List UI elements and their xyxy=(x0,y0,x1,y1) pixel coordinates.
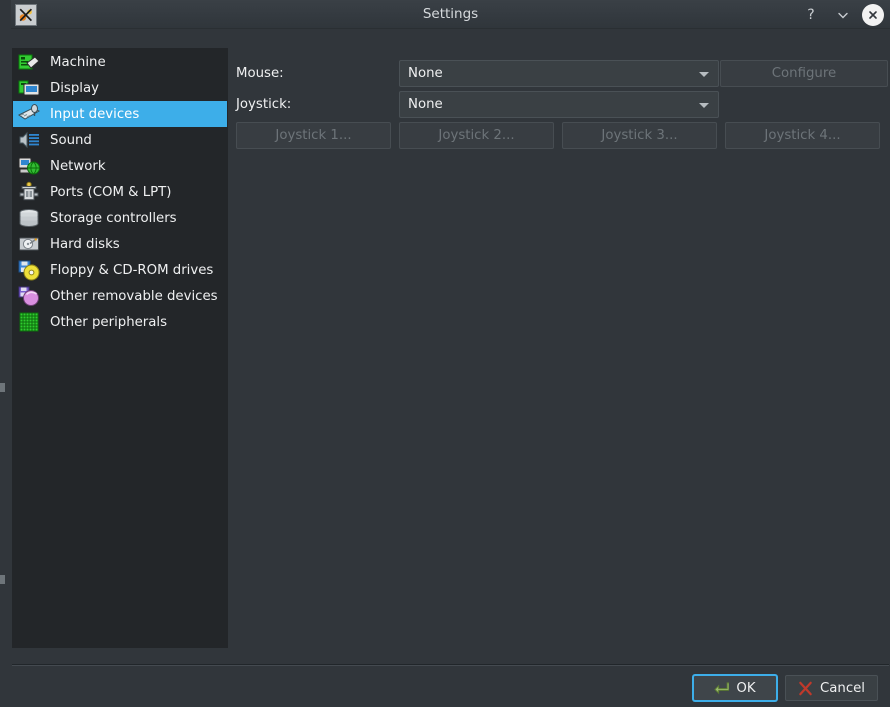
sound-icon xyxy=(18,129,40,151)
mouse-select[interactable]: None xyxy=(399,60,719,87)
sidebar-item-label: Storage controllers xyxy=(50,210,177,226)
sidebar-item-other-removable[interactable]: Other removable devices xyxy=(13,283,227,309)
chevron-down-icon xyxy=(699,71,709,77)
input-devices-icon xyxy=(18,103,40,125)
cancel-x-icon xyxy=(799,681,812,695)
joystick-1-button[interactable]: Joystick 1... xyxy=(236,122,391,149)
network-icon xyxy=(18,155,40,177)
close-icon[interactable] xyxy=(862,3,884,26)
joystick-4-button[interactable]: Joystick 4... xyxy=(725,122,880,149)
sidebar-item-floppy-cdrom[interactable]: Floppy & CD-ROM drives xyxy=(13,257,227,283)
joystick-2-button[interactable]: Joystick 2... xyxy=(399,122,554,149)
sidebar-item-hard-disks[interactable]: Hard disks xyxy=(13,231,227,257)
window-title: Settings xyxy=(422,6,479,22)
chevron-down-icon xyxy=(699,102,709,108)
sidebar-item-ports[interactable]: Ports (COM & LPT) xyxy=(13,179,227,205)
sidebar-item-label: Ports (COM & LPT) xyxy=(50,184,172,200)
sidebar-item-label: Floppy & CD-ROM drives xyxy=(50,262,214,278)
sidebar-item-label: Display xyxy=(50,80,100,96)
sidebar-item-other-peripherals[interactable]: Other peripherals xyxy=(13,309,227,335)
mouse-row: Mouse: None xyxy=(236,60,719,87)
sidebar-item-label: Sound xyxy=(50,132,92,148)
sidebar-item-label: Hard disks xyxy=(50,236,120,252)
dialog-body: Machine Display Input devices Sound Netw… xyxy=(11,29,890,707)
sidebar-item-label: Network xyxy=(50,158,106,174)
sidebar-item-network[interactable]: Network xyxy=(13,153,227,179)
joystick-row: Joystick: None xyxy=(236,91,719,118)
other-peripherals-icon xyxy=(18,311,40,333)
chevron-down-icon[interactable] xyxy=(830,2,856,28)
ok-button[interactable]: OK xyxy=(692,675,777,701)
background-window-mark xyxy=(0,575,5,584)
joystick-select-value: None xyxy=(408,97,443,112)
configure-button[interactable]: Configure xyxy=(720,60,888,87)
enter-arrow-icon xyxy=(714,681,730,694)
window-controls: ? xyxy=(798,0,884,29)
joystick-3-button[interactable]: Joystick 3... xyxy=(562,122,717,149)
sidebar-item-machine[interactable]: Machine xyxy=(13,49,227,75)
cancel-button[interactable]: Cancel xyxy=(784,675,878,701)
mouse-label: Mouse: xyxy=(236,66,284,81)
settings-window: Settings ? Machine Display Input devices… xyxy=(0,0,890,707)
title-bar: Settings ? xyxy=(11,0,890,29)
background-window-mark xyxy=(0,383,5,392)
settings-category-list[interactable]: Machine Display Input devices Sound Netw… xyxy=(12,48,228,648)
sidebar-item-label: Other peripherals xyxy=(50,314,168,330)
joystick-buttons-row: Joystick 1... Joystick 2... Joystick 3..… xyxy=(236,122,888,149)
sidebar-item-storage-controllers[interactable]: Storage controllers xyxy=(13,205,227,231)
sidebar-item-display[interactable]: Display xyxy=(13,75,227,101)
mouse-select-value: None xyxy=(408,66,443,81)
help-icon[interactable]: ? xyxy=(798,2,824,28)
display-icon xyxy=(18,77,40,99)
input-devices-pane: Mouse: None Configure Joystick: None Joy… xyxy=(236,48,888,648)
sidebar-item-label: Input devices xyxy=(50,106,140,122)
sidebar-item-label: Machine xyxy=(50,54,106,70)
joystick-label: Joystick: xyxy=(236,97,292,112)
cancel-button-label: Cancel xyxy=(819,680,865,696)
other-removable-icon xyxy=(18,285,40,307)
background-window-edge xyxy=(0,0,11,707)
ports-icon xyxy=(18,181,40,203)
sidebar-item-input-devices[interactable]: Input devices xyxy=(13,101,227,127)
ok-button-label: OK xyxy=(736,680,756,696)
sidebar-item-sound[interactable]: Sound xyxy=(13,127,227,153)
machine-icon xyxy=(18,51,40,73)
sidebar-item-label: Other removable devices xyxy=(50,288,218,304)
storage-controllers-icon xyxy=(18,207,40,229)
dialog-footer: OK Cancel xyxy=(11,666,890,707)
hard-disks-icon xyxy=(18,233,40,255)
floppy-cdrom-icon xyxy=(18,259,40,281)
footer-buttons: OK Cancel xyxy=(692,675,878,701)
joystick-select[interactable]: None xyxy=(399,91,719,118)
